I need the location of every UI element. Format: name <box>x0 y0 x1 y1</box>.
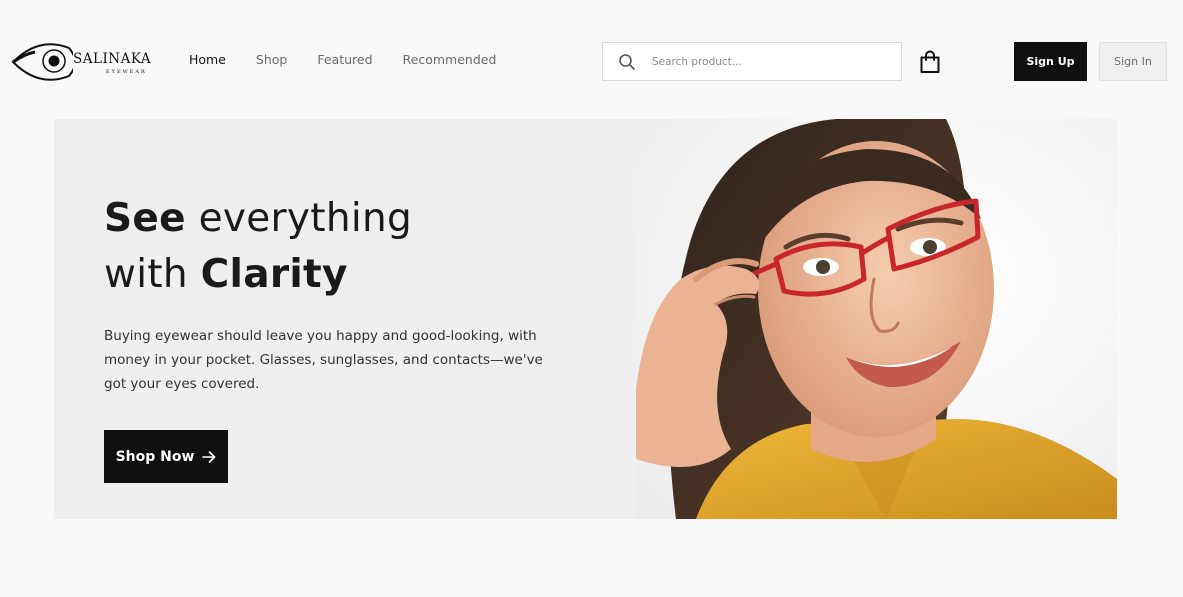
sign-in-button[interactable]: Sign In <box>1099 42 1167 81</box>
shop-now-button[interactable]: Shop Now <box>104 430 228 483</box>
nav-item-shop[interactable]: Shop <box>256 52 287 67</box>
search-bar <box>602 42 902 81</box>
hero-title-with: with <box>104 252 201 297</box>
brand-name: SALINAKA <box>73 51 152 67</box>
search-input[interactable] <box>650 52 890 72</box>
eye-logo-icon <box>11 43 73 81</box>
hero-title: See everything with Clarity <box>104 191 412 303</box>
hero-model-image <box>636 119 1117 519</box>
brand-logo[interactable]: SALINAKA EYEWEAR <box>11 38 151 86</box>
hero-title-everything: everything <box>185 196 413 241</box>
search-icon <box>619 54 635 70</box>
sign-up-button[interactable]: Sign Up <box>1014 42 1087 81</box>
hero-title-see: See <box>104 196 186 241</box>
nav-item-featured[interactable]: Featured <box>317 52 372 67</box>
main-nav: Home Shop Featured Recommended <box>189 52 496 67</box>
brand-tagline: EYEWEAR <box>106 69 147 75</box>
hero-banner: See everything with Clarity Buying eyewe… <box>54 119 1117 519</box>
arrow-right-icon <box>202 450 216 463</box>
nav-item-recommended[interactable]: Recommended <box>403 52 497 67</box>
site-header: SALINAKA EYEWEAR Home Shop Featured Reco… <box>0 0 1183 119</box>
hero-title-clarity: Clarity <box>200 252 348 297</box>
hero-description: Buying eyewear should leave you happy an… <box>104 328 543 392</box>
nav-item-home[interactable]: Home <box>189 52 226 67</box>
shopping-bag-icon[interactable] <box>919 50 941 74</box>
shop-now-label: Shop Now <box>115 448 195 465</box>
